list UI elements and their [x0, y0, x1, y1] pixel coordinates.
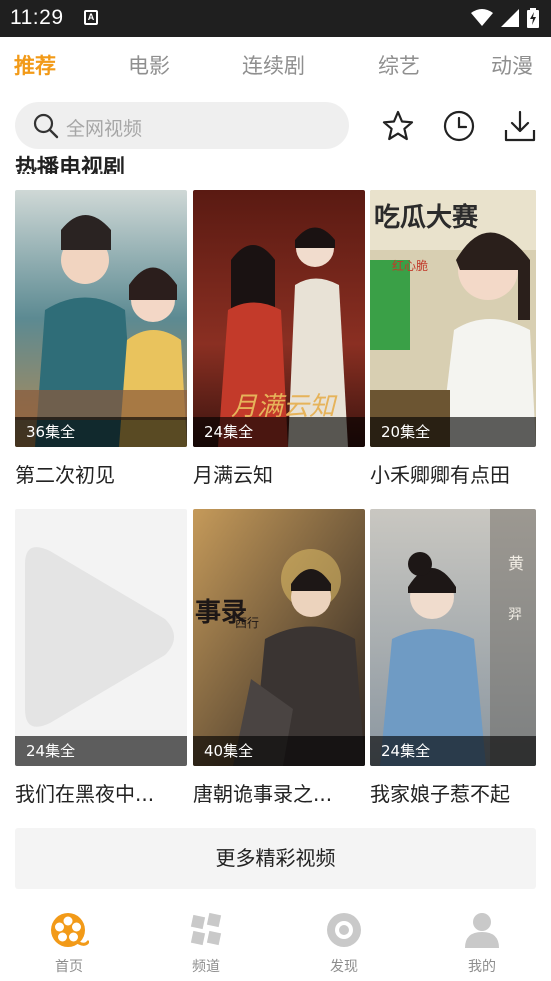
- nav-item-channel[interactable]: 频道: [166, 910, 246, 976]
- poster-image: 吃瓜大赛 红心脆: [370, 190, 536, 447]
- episode-count: 24集全: [204, 423, 254, 441]
- status-bar: 11:29 A: [0, 0, 551, 37]
- poster-image: 事录 西行: [193, 509, 365, 766]
- status-icons: [471, 8, 539, 28]
- section-title: 热播电视剧: [15, 156, 126, 174]
- channel-icon: [190, 912, 222, 946]
- download-icon[interactable]: [503, 109, 537, 143]
- notification-icon: A: [84, 10, 98, 25]
- video-poster: 吃瓜大赛 红心脆 20集全: [370, 190, 536, 447]
- search-input[interactable]: 全网视频: [15, 102, 349, 149]
- svg-text:吃瓜大赛: 吃瓜大赛: [374, 202, 479, 233]
- bottom-nav: 首页 频道 发现 我的: [0, 898, 551, 981]
- video-card[interactable]: 黄 羿 24集全 我家娘子惹不起: [370, 509, 536, 807]
- status-time: 11:29: [10, 6, 64, 29]
- category-tabs: 推荐 电影 连续剧 综艺 动漫: [0, 37, 551, 89]
- history-clock-icon[interactable]: [442, 109, 476, 143]
- tab-series[interactable]: 连续剧: [242, 50, 305, 80]
- discover-icon: [327, 913, 361, 947]
- search-placeholder: 全网视频: [66, 118, 143, 140]
- svg-text:红心脆: 红心脆: [392, 258, 428, 273]
- episode-count: 36集全: [26, 423, 76, 441]
- episode-count: 20集全: [381, 423, 431, 441]
- more-videos-button[interactable]: 更多精彩视频: [15, 828, 536, 889]
- poster-image: 黄 羿: [370, 509, 536, 766]
- video-title: 唐朝诡事录之...: [193, 782, 333, 806]
- episode-count: 24集全: [381, 742, 431, 760]
- svg-text:黄: 黄: [508, 554, 524, 573]
- nav-label: 我的: [468, 959, 496, 975]
- tab-anime[interactable]: 动漫: [491, 50, 533, 80]
- poster-image: [15, 190, 187, 447]
- poster-image: 月满云知: [193, 190, 365, 447]
- profile-icon: [465, 913, 499, 948]
- video-card[interactable]: 36集全 第二次初见: [15, 190, 187, 488]
- tab-recommend[interactable]: 推荐: [14, 50, 56, 80]
- nav-label: 频道: [192, 959, 220, 975]
- video-poster: 黄 羿 24集全: [370, 509, 536, 766]
- tab-variety[interactable]: 综艺: [378, 50, 420, 80]
- poster-placeholder-image: [15, 509, 187, 766]
- nav-label: 发现: [330, 959, 358, 975]
- battery-charging-icon: [527, 8, 539, 28]
- episode-count: 40集全: [204, 742, 254, 760]
- tab-movies[interactable]: 电影: [128, 50, 170, 80]
- wifi-icon: [471, 9, 493, 26]
- search-icon: [33, 113, 59, 139]
- video-poster: 24集全: [15, 509, 187, 766]
- video-poster: 36集全: [15, 190, 187, 447]
- video-card[interactable]: 吃瓜大赛 红心脆 20集全 小禾卿卿有点田: [370, 190, 536, 488]
- video-poster: 事录 西行 40集全: [193, 509, 365, 766]
- video-card[interactable]: 月满云知 24集全 月满云知: [193, 190, 365, 488]
- video-title: 我们在黑夜中...: [15, 782, 155, 806]
- nav-label: 首页: [55, 959, 83, 975]
- nav-item-profile[interactable]: 我的: [442, 910, 522, 976]
- svg-text:羿: 羿: [508, 607, 522, 623]
- video-card[interactable]: 事录 西行 40集全 唐朝诡事录之...: [193, 509, 365, 807]
- episode-count: 24集全: [26, 742, 76, 760]
- nav-item-home[interactable]: 首页: [29, 910, 109, 976]
- video-title: 小禾卿卿有点田: [370, 463, 510, 487]
- svg-text:西行: 西行: [235, 616, 259, 630]
- video-title: 月满云知: [193, 463, 273, 487]
- video-poster: 月满云知 24集全: [193, 190, 365, 447]
- film-reel-icon: [51, 913, 89, 947]
- video-title: 我家娘子惹不起: [370, 782, 510, 806]
- signal-icon: [501, 9, 519, 27]
- nav-item-discover[interactable]: 发现: [304, 910, 384, 976]
- star-icon[interactable]: [381, 109, 415, 143]
- video-title: 第二次初见: [15, 463, 115, 487]
- video-card[interactable]: 24集全 我们在黑夜中...: [15, 509, 187, 807]
